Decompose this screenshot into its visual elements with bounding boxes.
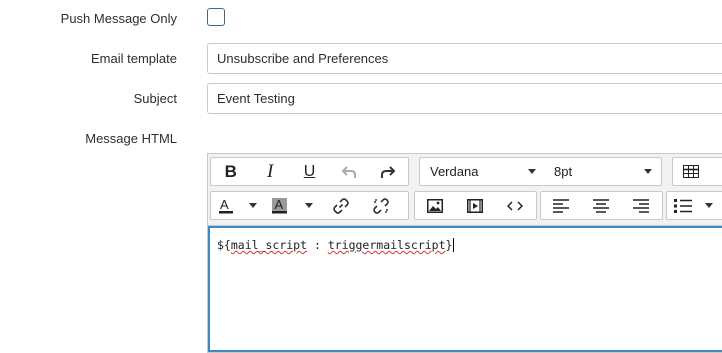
table-icon: [683, 165, 699, 178]
content-prefix: ${: [217, 238, 231, 252]
subject-label: Subject: [133, 91, 177, 106]
svg-text:A: A: [275, 197, 284, 212]
media-group: [414, 191, 537, 220]
align-left-button[interactable]: [541, 192, 581, 219]
message-html-label: Message HTML: [85, 131, 177, 146]
content-separator: :: [307, 238, 328, 252]
content-token: mail_script: [230, 238, 308, 252]
remove-link-button[interactable]: [361, 192, 401, 219]
push-message-only-label: Push Message Only: [60, 11, 177, 26]
table-dropdown[interactable]: [672, 157, 722, 186]
redo-icon: [381, 165, 396, 178]
underline-icon: U: [303, 162, 316, 180]
text-cursor: [453, 238, 455, 252]
bold-button[interactable]: B: [211, 158, 250, 185]
insert-link-button[interactable]: [321, 192, 361, 219]
chevron-down-icon: [644, 169, 652, 174]
align-center-icon: [593, 198, 609, 213]
editor-toolbar: B I U Verdana 8pt A A: [208, 154, 722, 226]
editor-content-area[interactable]: ${mail_script : triggermailscript}: [208, 226, 722, 352]
color-link-group: A A: [210, 191, 409, 220]
text-color-button[interactable]: A: [211, 192, 263, 219]
chevron-down-icon: [248, 203, 257, 208]
align-group: [540, 191, 663, 220]
background-color-button[interactable]: A: [263, 192, 321, 219]
align-left-icon: [553, 198, 569, 213]
source-code-button[interactable]: [495, 192, 535, 219]
subject-field[interactable]: Event Testing: [207, 83, 722, 114]
insert-video-button[interactable]: [455, 192, 495, 219]
format-group: B I U: [210, 157, 409, 186]
redo-button[interactable]: [369, 158, 408, 185]
italic-button[interactable]: I: [250, 158, 289, 185]
content-token: triggermailscript: [327, 238, 446, 252]
align-center-button[interactable]: [581, 192, 621, 219]
chevron-down-icon: [305, 203, 313, 208]
italic-icon: I: [266, 161, 274, 182]
underline-button[interactable]: U: [290, 158, 329, 185]
code-icon: [507, 200, 523, 211]
chevron-down-icon: [528, 169, 536, 174]
email-template-label: Email template: [91, 51, 177, 66]
chevron-down-icon: [704, 203, 713, 208]
insert-image-button[interactable]: [415, 192, 455, 219]
link-icon: [333, 197, 349, 214]
text-color-icon: A: [218, 197, 233, 213]
bold-icon: B: [224, 162, 237, 181]
font-family-dropdown[interactable]: Verdana: [419, 157, 545, 186]
background-color-icon: A: [272, 197, 287, 213]
font-family-value: Verdana: [430, 164, 479, 179]
undo-button[interactable]: [329, 158, 368, 185]
push-message-only-checkbox[interactable]: [207, 8, 225, 26]
font-size-value: 8pt: [554, 164, 573, 179]
unlink-icon: [373, 197, 389, 214]
svg-text:A: A: [220, 197, 229, 212]
undo-icon: [341, 165, 356, 178]
video-icon: [467, 198, 483, 213]
message-html-editor: B I U Verdana 8pt A A ${mail_script: tr…: [207, 153, 722, 353]
bullet-list-button[interactable]: [667, 192, 719, 219]
content-suffix: }: [445, 238, 453, 252]
align-right-icon: [633, 198, 649, 213]
list-group: [666, 191, 722, 220]
bullet-list-icon: [673, 198, 692, 213]
email-template-field[interactable]: Unsubscribe and Preferences: [207, 43, 722, 74]
image-icon: [427, 198, 443, 213]
align-right-button[interactable]: [621, 192, 661, 219]
font-size-dropdown[interactable]: 8pt: [544, 157, 662, 186]
